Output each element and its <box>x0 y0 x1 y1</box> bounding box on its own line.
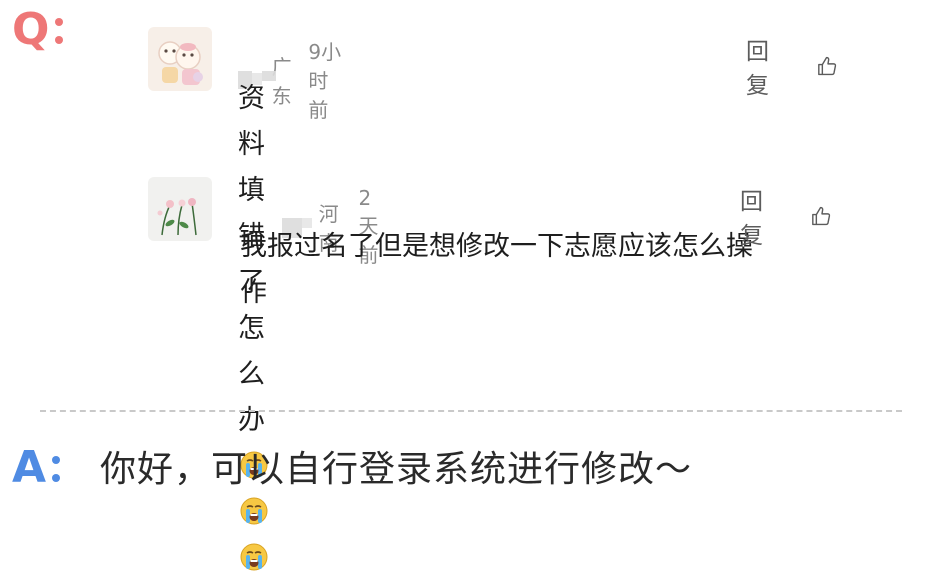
question-marker: Q <box>12 4 64 55</box>
crying-face-icon <box>240 543 268 571</box>
timestamp: 9小时前 <box>308 40 342 122</box>
answer-marker-colon <box>52 456 61 482</box>
comment-actions: 回复 <box>746 32 839 100</box>
reply-button[interactable]: 回复 <box>740 182 772 250</box>
comment-text: 资料填错了怎么办 <box>238 76 269 582</box>
avatar-image <box>148 177 212 241</box>
answer-marker: A <box>12 442 61 493</box>
comment-actions: 回复 <box>740 182 833 250</box>
reply-button[interactable]: 回复 <box>746 32 778 100</box>
dashed-divider <box>40 410 902 412</box>
avatar-image <box>148 27 212 91</box>
answer-text: 你好，可以自行登录系统进行修改～ <box>100 449 693 490</box>
thumbs-up-icon[interactable] <box>816 50 839 82</box>
thumbs-up-icon[interactable] <box>810 200 833 232</box>
crying-face-icon <box>240 497 268 525</box>
comment-body-line-2: 作 <box>240 277 267 308</box>
question-marker-letter: Q <box>12 4 50 55</box>
answer-marker-letter: A <box>12 442 47 493</box>
question-marker-colon <box>55 18 64 44</box>
avatar[interactable] <box>148 27 212 91</box>
avatar[interactable] <box>148 177 212 241</box>
